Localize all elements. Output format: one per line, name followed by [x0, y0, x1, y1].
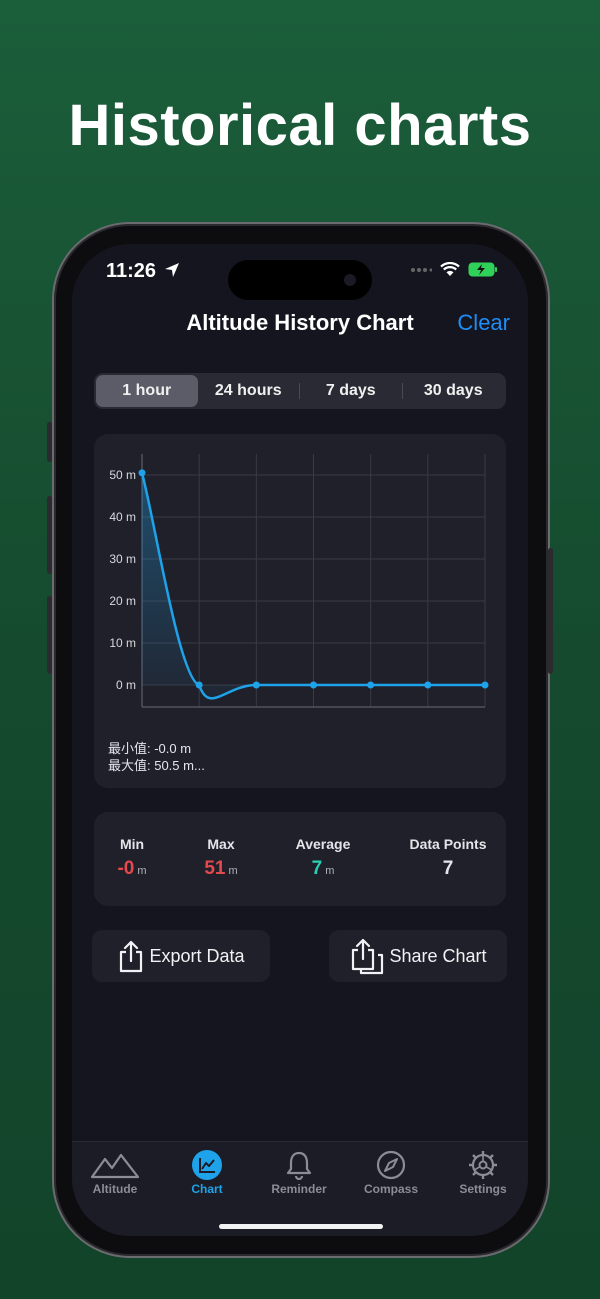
chart-ytick-label: 0 m: [116, 678, 136, 692]
chart-card: 0 m 10 m 20 m 30 m 40 m 50 m 最小值: -0.0 m 最大值:…: [94, 434, 506, 788]
bell-icon: [254, 1148, 344, 1182]
stat-average: Average 7m: [286, 836, 360, 880]
segment-24-hours[interactable]: 24 hours: [198, 375, 300, 407]
stat-data-points: Data Points 7: [398, 836, 498, 880]
chart-max-annotation: 最大值: 50.5 m...: [108, 758, 205, 773]
compass-icon: [346, 1148, 436, 1182]
export-data-label: Export Data: [149, 945, 245, 966]
stat-average-unit: m: [325, 865, 335, 877]
location-arrow-icon: [164, 263, 179, 277]
share-copy-icon: [352, 938, 384, 975]
volume-down-button: [47, 596, 52, 674]
stat-max-value-row: 51 m: [192, 858, 250, 880]
stat-min-unit: m: [137, 865, 147, 877]
stat-min-value: -0: [117, 858, 135, 879]
chart-ytick-label: 10 m: [109, 636, 136, 650]
share-icon: [120, 940, 143, 973]
segment-30-days[interactable]: 30 days: [403, 375, 505, 407]
chart-data-point: [252, 681, 260, 689]
chart-ytick-label: 20 m: [109, 594, 136, 608]
status-time-text: 11:26: [106, 260, 157, 282]
tab-altitude[interactable]: Altitude: [72, 1148, 160, 1196]
stats-card: Min -0 m Max 51 m Average 7m Data Points 7: [94, 812, 506, 906]
action-side-button: [47, 422, 52, 462]
altitude-chart[interactable]: 0 m 10 m 20 m 30 m 40 m 50 m: [94, 434, 506, 734]
status-icons: [410, 262, 498, 277]
stat-average-value-row: 7m: [286, 858, 360, 880]
stat-max-unit: m: [228, 865, 238, 877]
stat-max-label: Max: [207, 836, 235, 852]
tab-chart[interactable]: Chart: [162, 1148, 252, 1196]
signal-icon: [411, 267, 432, 272]
chart-data-point: [310, 681, 317, 689]
chart-data-point: [367, 681, 375, 689]
phone-screen: 11:26 Altitude History Chart Clear 1 hou…: [72, 244, 528, 1236]
stat-min-label: Min: [119, 836, 145, 852]
chart-icon: [162, 1148, 252, 1182]
stat-max-value: 51: [204, 858, 226, 879]
stat-data-points-label: Data Points: [409, 836, 487, 852]
segment-7-days[interactable]: 7 days: [300, 375, 402, 407]
gear-icon: [438, 1148, 528, 1182]
headline: Historical charts: [68, 93, 532, 158]
chart-ytick-label: 30 m: [109, 552, 136, 566]
volume-up-button: [47, 496, 52, 574]
chart-ytick-label: 50 m: [109, 468, 136, 482]
camera-dot: [344, 274, 356, 286]
stat-average-label: Average: [295, 836, 351, 852]
chart-ytick-label: 40 m: [109, 510, 136, 524]
battery-charging-icon: [468, 262, 497, 277]
tab-settings[interactable]: Settings: [438, 1148, 528, 1196]
tab-bar: Altitude Chart Reminder Compass Settings: [72, 1141, 528, 1236]
dynamic-island: [228, 260, 372, 300]
home-indicator: [219, 1224, 383, 1229]
power-button: [548, 548, 553, 674]
tab-reminder-label: Reminder: [271, 1182, 327, 1196]
stat-min: Min -0 m: [108, 836, 156, 880]
tab-altitude-label: Altitude: [92, 1182, 138, 1196]
tab-chart-label: Chart: [191, 1182, 223, 1196]
segment-1-hour[interactable]: 1 hour: [96, 375, 198, 407]
status-time: 11:26: [106, 260, 180, 283]
chart-data-point: [424, 681, 432, 689]
tab-compass[interactable]: Compass: [346, 1148, 436, 1196]
stat-data-points-value: 7: [442, 858, 454, 879]
export-data-button[interactable]: Export Data: [92, 930, 270, 982]
stat-max: Max 51 m: [192, 836, 250, 880]
mountain-icon: [72, 1148, 160, 1182]
tab-settings-label: Settings: [459, 1182, 507, 1196]
stat-average-value: 7: [311, 858, 323, 879]
chart-data-point: [138, 469, 146, 477]
share-chart-button[interactable]: Share Chart: [329, 930, 507, 982]
tab-reminder[interactable]: Reminder: [254, 1148, 344, 1196]
chart-data-point: [481, 681, 489, 689]
clear-button[interactable]: Clear: [457, 310, 510, 336]
time-range-segmented-control: 1 hour 24 hours 7 days 30 days: [94, 373, 506, 409]
tab-compass-label: Compass: [363, 1182, 419, 1196]
chart-data-point: [195, 681, 203, 689]
wifi-icon: [440, 262, 460, 276]
stat-min-value-row: -0 m: [108, 858, 156, 880]
share-chart-label: Share Chart: [389, 945, 487, 966]
